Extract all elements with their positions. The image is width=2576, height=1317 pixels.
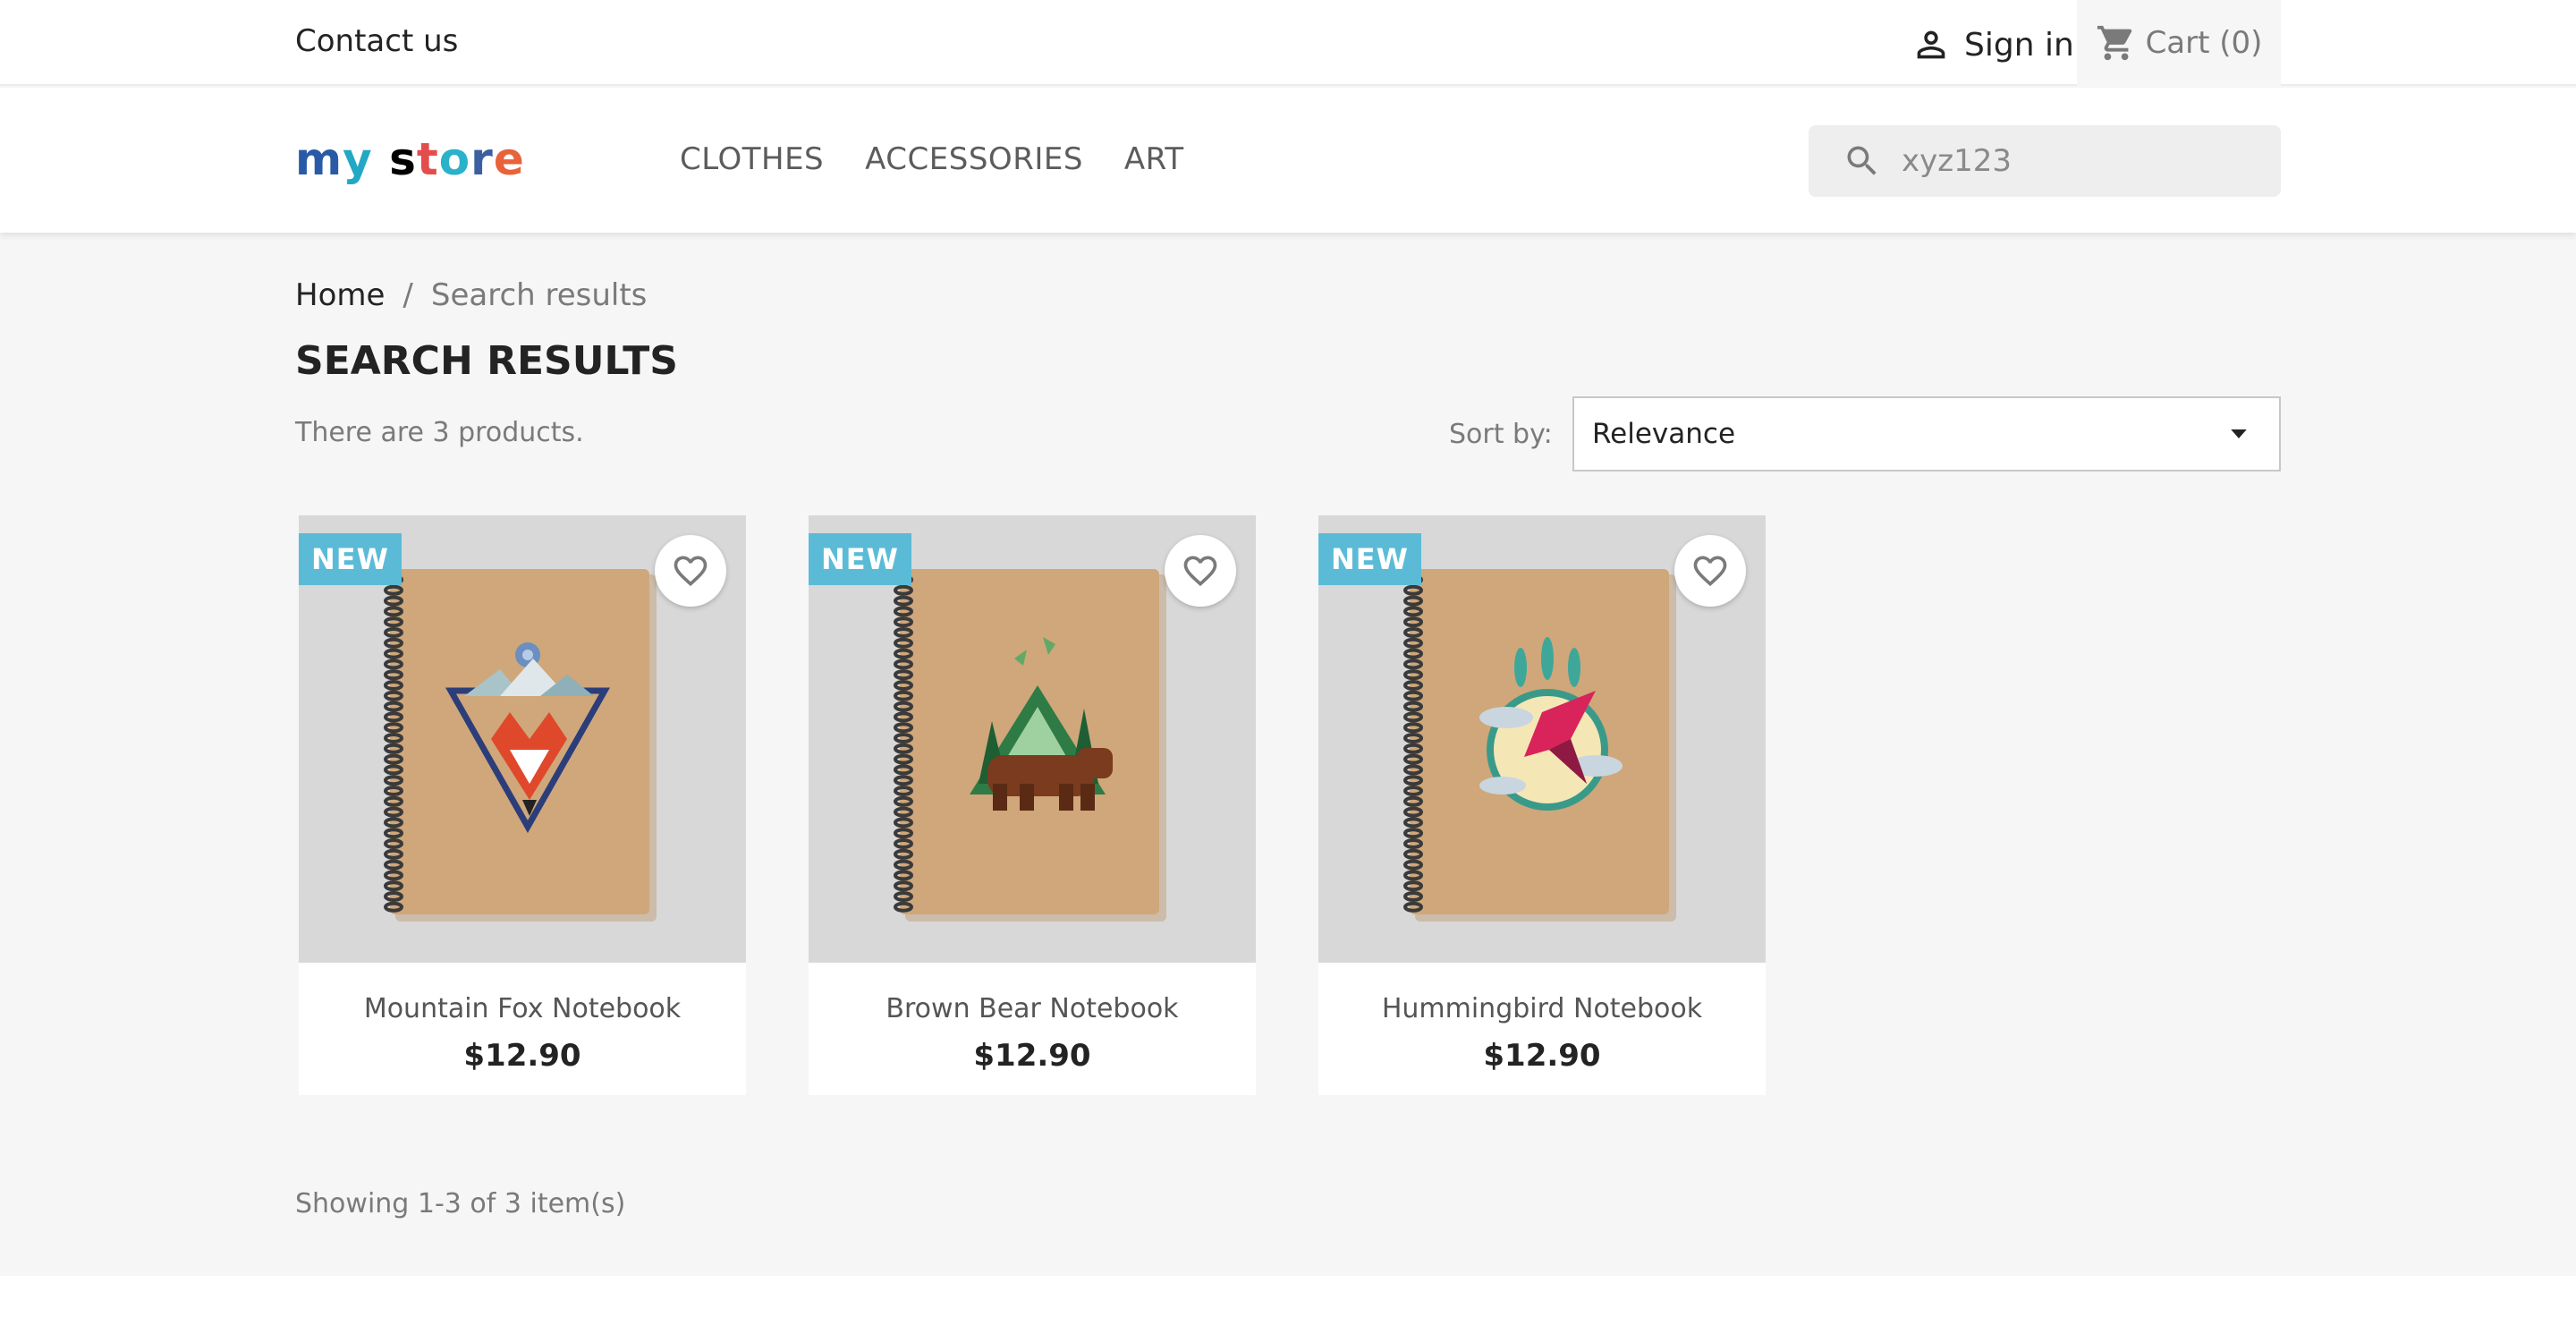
breadcrumb-separator: / (402, 277, 413, 313)
nav-item-art[interactable]: ART (1124, 141, 1184, 177)
sort-dropdown[interactable]: Relevance (1572, 396, 2281, 472)
logo-letter: e (493, 133, 525, 185)
person-icon (1917, 30, 1945, 59)
search-input[interactable] (1902, 143, 2241, 179)
heart-outline-icon (674, 556, 708, 587)
sign-in-button[interactable]: Sign in (1911, 21, 2074, 68)
logo-letter: o (438, 133, 471, 185)
logo-letter: s (389, 133, 417, 185)
heart-outline-icon (1183, 556, 1217, 587)
page-title: SEARCH RESULTS (295, 338, 678, 384)
logo-letter: m (295, 133, 343, 185)
product-card[interactable]: NEW Mountain Fox Notebook $12.90 (299, 515, 746, 1095)
product-card[interactable]: NEW Hummingbird Notebook $12.90 (1318, 515, 1766, 1095)
wishlist-button[interactable] (1674, 535, 1746, 607)
shopping-cart-icon (2097, 25, 2131, 61)
product-price: $12.90 (463, 1038, 581, 1074)
wishlist-button[interactable] (1165, 535, 1236, 607)
breadcrumb: Home / Search results (295, 277, 647, 313)
contact-us-link[interactable]: Contact us (295, 23, 458, 59)
wishlist-button[interactable] (655, 535, 726, 607)
cart-label: Cart (0) (2145, 25, 2263, 61)
main-nav: CLOTHES ACCESSORIES ART (680, 141, 1184, 177)
store-logo[interactable]: my store (295, 134, 525, 184)
breadcrumb-current: Search results (430, 277, 648, 313)
new-badge: NEW (1318, 533, 1421, 585)
product-name[interactable]: Mountain Fox Notebook (299, 993, 746, 1024)
sort-label: Sort by: (1449, 419, 1553, 450)
product-price: $12.90 (973, 1038, 1091, 1074)
product-name[interactable]: Brown Bear Notebook (809, 993, 1256, 1024)
products-count: There are 3 products. (295, 417, 584, 448)
nav-item-clothes[interactable]: CLOTHES (680, 141, 824, 177)
sign-in-label: Sign in (1964, 26, 2074, 64)
logo-letter: r (470, 133, 494, 185)
search-box (1809, 125, 2281, 197)
footer (0, 1276, 2576, 1317)
new-badge: NEW (299, 533, 402, 585)
product-card[interactable]: NEW Brown Bear Notebook $12.90 (809, 515, 1256, 1095)
breadcrumb-home[interactable]: Home (295, 277, 385, 313)
heart-outline-icon (1693, 556, 1727, 587)
logo-letter: t (416, 133, 439, 185)
product-name[interactable]: Hummingbird Notebook (1318, 993, 1766, 1024)
main-header: my store CLOTHES ACCESSORIES ART (0, 88, 2576, 233)
logo-letter (373, 134, 389, 184)
pagination-summary: Showing 1-3 of 3 item(s) (295, 1188, 626, 1219)
nav-item-accessories[interactable]: ACCESSORIES (865, 141, 1083, 177)
logo-letter: y (343, 133, 373, 185)
product-thumbnail[interactable]: NEW (809, 515, 1256, 963)
cart-button[interactable]: Cart (0) (2077, 0, 2281, 86)
product-thumbnail[interactable]: NEW (299, 515, 746, 963)
product-price: $12.90 (1483, 1038, 1601, 1074)
search-icon[interactable] (1843, 141, 1882, 181)
new-badge: NEW (809, 533, 911, 585)
top-bar: Contact us Sign in Cart (0) (0, 0, 2576, 86)
sort-value: Relevance (1592, 418, 1736, 450)
product-thumbnail[interactable]: NEW (1318, 515, 1766, 963)
caret-down-icon (2231, 429, 2247, 438)
